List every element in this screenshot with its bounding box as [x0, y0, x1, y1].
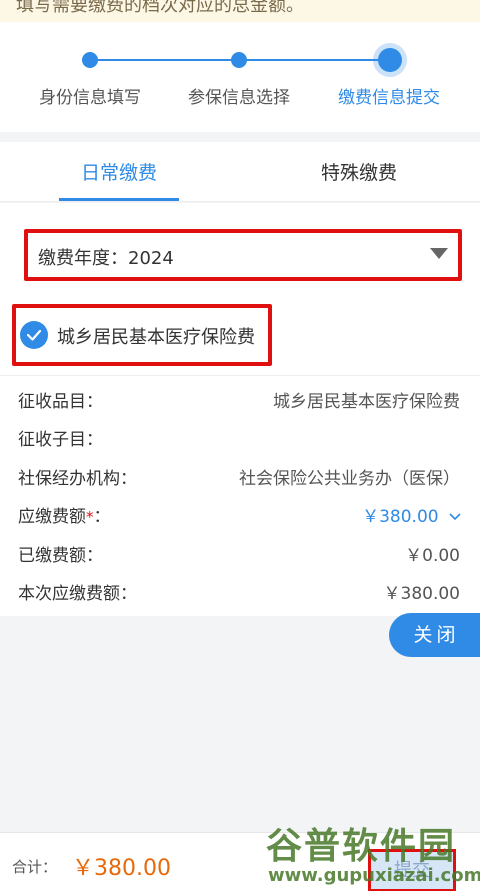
step-dot-1 [82, 52, 98, 68]
step-label-2: 参保信息选择 [188, 88, 290, 108]
payment-year-label: 缴费年度：2024 [38, 248, 174, 269]
watermark-title: 谷普软件园 [266, 826, 457, 867]
fee-item-label: 城乡居民基本医疗保险费 [57, 327, 255, 348]
detail-key: 征收子目： [18, 430, 103, 450]
required-mark: * [86, 508, 94, 526]
detail-value: 城乡居民基本医疗保险费 [273, 392, 460, 412]
total-amount: ￥380.00 [72, 856, 171, 881]
key-suffix: ： [93, 507, 111, 527]
notice-banner: 填写需要缴费的档次对应的总金额。 [0, 0, 480, 22]
tab-special-payment[interactable]: 特殊缴费 [321, 158, 397, 185]
amount-due-key: 应缴费额 [18, 507, 86, 527]
step-label-1: 身份信息填写 [39, 88, 141, 108]
step-dot-2 [231, 52, 247, 68]
total-label: 合计： [12, 858, 58, 876]
detail-key: 社保经办机构： [18, 469, 137, 489]
step-label-3: 缴费信息提交 [338, 88, 440, 108]
detail-key: 应缴费额*： [18, 502, 111, 527]
fee-item-option[interactable]: 城乡居民基本医疗保险费 [12, 304, 272, 366]
watermark-url: www.gupuxiazai.com [268, 865, 480, 886]
detail-row-paid: 已缴费额： ￥0.00 [0, 532, 480, 570]
divider [0, 375, 480, 376]
chevron-down-icon [449, 513, 461, 521]
payment-year-select[interactable]: 缴费年度：2024 [24, 229, 462, 281]
site-watermark: 谷普软件园 www.gupuxiazai.com [264, 815, 480, 891]
amount-due-select[interactable]: ￥380.00 [362, 502, 462, 527]
active-tab-indicator [59, 198, 179, 201]
payment-form: 缴费年度：2024 城乡居民基本医疗保险费 征收品目： 城乡居民基本医疗保险费 … [0, 203, 480, 616]
amount-due-value: ￥380.00 [362, 507, 439, 527]
detail-value: ￥0.00 [405, 546, 460, 566]
notice-text: 填写需要缴费的档次对应的总金额。 [16, 0, 304, 16]
dropdown-arrow-icon [430, 248, 448, 259]
payment-tabs: 日常缴费 特殊缴费 [0, 142, 480, 202]
step-dot-3-active [378, 48, 402, 72]
detail-row-subcategory: 征收子目： [0, 416, 480, 454]
tab-daily-payment[interactable]: 日常缴费 [81, 158, 157, 185]
progress-stepper: 身份信息填写 参保信息选择 缴费信息提交 [0, 22, 480, 132]
detail-value: ￥380.00 [383, 584, 460, 604]
detail-value: 社会保险公共业务办（医保） [239, 469, 460, 489]
detail-key: 已缴费额： [18, 546, 103, 566]
checkmark-circle-icon[interactable] [20, 321, 48, 349]
detail-key: 本次应缴费额： [18, 584, 137, 604]
detail-row-agency: 社保经办机构： 社会保险公共业务办（医保） [0, 455, 480, 493]
detail-row-current-due: 本次应缴费额： ￥380.00 [0, 570, 480, 608]
detail-key: 征收品目： [18, 392, 103, 412]
detail-row-category: 征收品目： 城乡居民基本医疗保险费 [0, 378, 480, 416]
close-button[interactable]: 关闭 [389, 613, 480, 657]
detail-row-amount-due[interactable]: 应缴费额*： ￥380.00 [0, 493, 480, 531]
